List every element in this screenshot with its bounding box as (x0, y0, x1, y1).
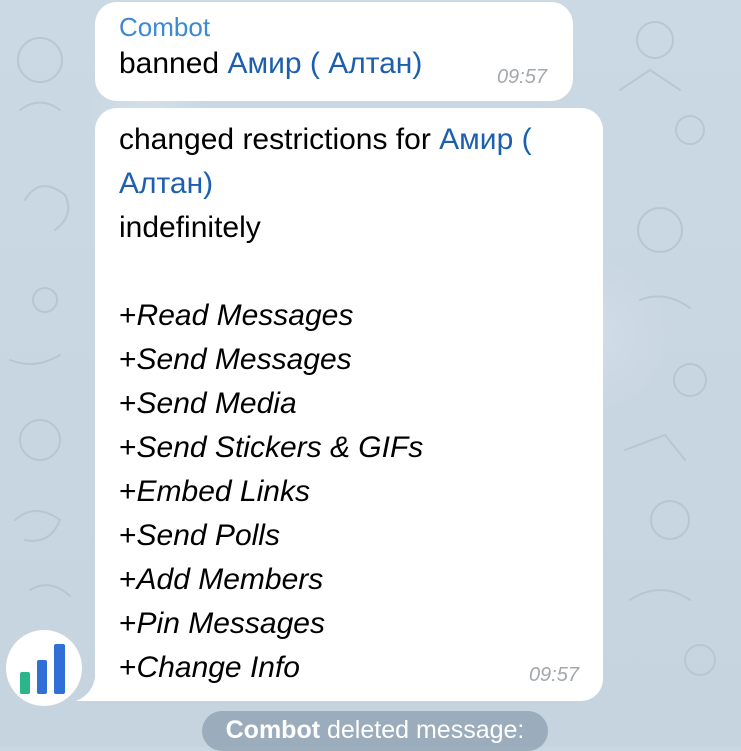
permission-item: +Pin Messages (119, 607, 325, 640)
bar-chart-icon (20, 644, 65, 694)
permission-item: +Read Messages (119, 299, 354, 332)
permission-item: +Send Media (119, 387, 297, 420)
message-text: banned Амир ( Алтан) (119, 42, 549, 86)
message-text: changed restrictions for Амир ( Алтан) (119, 118, 579, 206)
permission-item: +Change Info (119, 651, 300, 684)
action-text: changed restrictions for (119, 123, 431, 156)
service-message: Combot deleted message: (202, 711, 548, 751)
combot-avatar[interactable] (6, 630, 82, 706)
message-time: 09:57 (528, 664, 579, 686)
restriction-duration: indefinitely (119, 211, 261, 244)
action-text: banned (119, 47, 220, 80)
user-mention-link[interactable]: Амир ( Алтан) (227, 47, 422, 80)
permission-item: +Embed Links (119, 475, 310, 508)
message-bubble-banned[interactable]: Combot banned Амир ( Алтан) 09:57 (95, 2, 573, 101)
message-bubble-restrictions[interactable]: changed restrictions for Амир ( Алтан) i… (95, 108, 603, 701)
permission-item: +Add Members (119, 563, 324, 596)
service-text: deleted message: (327, 716, 525, 744)
message-time: 09:57 (496, 66, 547, 88)
permission-item: +Send Polls (119, 519, 280, 552)
service-actor[interactable]: Combot (226, 716, 320, 744)
permission-item: +Send Messages (119, 343, 352, 376)
permission-item: +Send Stickers & GIFs (119, 431, 424, 464)
sender-name[interactable]: Combot (119, 12, 549, 42)
